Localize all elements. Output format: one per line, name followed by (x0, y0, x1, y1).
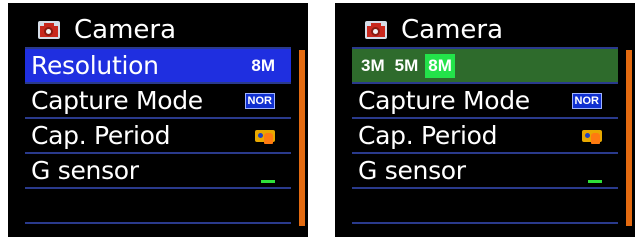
menu-title: Camera (401, 15, 504, 45)
capture-period-icon (582, 128, 602, 144)
menu-item-empty (25, 189, 291, 224)
capture-mode-value-badge: NOR (244, 92, 275, 109)
g-sensor-level-icon (588, 180, 602, 183)
menu-item-label: G sensor (358, 156, 466, 185)
menu-header: Camera (38, 13, 176, 47)
menu-item-empty (352, 189, 618, 224)
g-sensor-level-icon (261, 180, 275, 183)
resolution-option-8m-selected[interactable]: 8M (425, 53, 455, 78)
camera-icon (365, 21, 387, 39)
menu-item-cap-period[interactable]: Cap. Period (25, 119, 291, 154)
camera-icon (38, 21, 60, 39)
menu-item-label: Capture Mode (31, 86, 203, 115)
capture-period-icon (255, 128, 275, 144)
menu-item-label: Cap. Period (358, 121, 498, 150)
camera-menu-screen-right: Camera 3M 5M 8M Capture Mode NOR Cap. Pe… (335, 3, 635, 237)
menu-item-g-sensor[interactable]: G sensor (25, 154, 291, 189)
menu-item-resolution[interactable]: Resolution 8M (25, 49, 291, 84)
menu-header: Camera (365, 13, 503, 47)
menu-item-capture-mode[interactable]: Capture Mode NOR (352, 84, 618, 119)
menu-title: Camera (74, 15, 177, 45)
menu-item-label: Cap. Period (31, 121, 171, 150)
capture-mode-value-badge: NOR (571, 92, 602, 109)
resolution-value: 8M (251, 55, 275, 75)
menu-item-cap-period[interactable]: Cap. Period (352, 119, 618, 154)
resolution-option-5m[interactable]: 5M (392, 54, 422, 78)
resolution-options-row: 3M 5M 8M (352, 49, 618, 84)
camera-menu-screen-left: Camera Resolution 8M Capture Mode NOR Ca… (8, 3, 308, 237)
settings-menu: 3M 5M 8M Capture Mode NOR Cap. Period G … (352, 47, 618, 224)
settings-menu: Resolution 8M Capture Mode NOR Cap. Peri… (25, 47, 291, 224)
resolution-option-3m[interactable]: 3M (358, 54, 388, 78)
menu-scrollbar[interactable] (626, 50, 632, 226)
menu-scrollbar[interactable] (299, 50, 305, 226)
menu-item-label: Capture Mode (358, 86, 530, 115)
menu-item-capture-mode[interactable]: Capture Mode NOR (25, 84, 291, 119)
menu-item-g-sensor[interactable]: G sensor (352, 154, 618, 189)
menu-item-label: G sensor (31, 156, 139, 185)
menu-item-label: Resolution (31, 51, 159, 80)
